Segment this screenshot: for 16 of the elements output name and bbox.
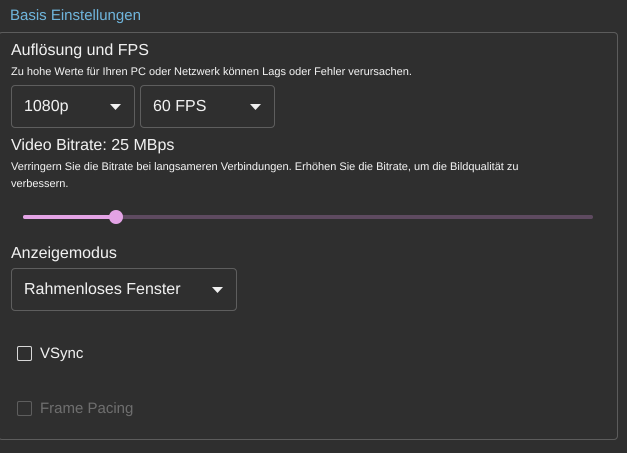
resolution-dropdown[interactable]: 1080p [11, 85, 135, 128]
section-heading: Video Bitrate: 25 MBps [11, 136, 174, 156]
checkbox-label: VSync [40, 345, 84, 362]
hint-text: Zu hohe Werte für Ihren PC oder Netzwerk können Lags oder Fehler verursachen. [11, 65, 413, 80]
section-heading: Auflösung und FPS [11, 41, 149, 61]
fps-dropdown[interactable]: 60 FPS [140, 85, 275, 128]
caret-icon [110, 104, 121, 110]
section-heading: Anzeigemodus [11, 244, 117, 264]
caret-icon [212, 286, 223, 292]
bitrate-slider[interactable] [23, 210, 593, 224]
slider-thumb[interactable] [108, 210, 123, 224]
hint-text: Verringern Sie die Bitrate bei langsameren Verbindungen. Erhöhen Sie die Bitrate, um die Bildqualität zu verbessern. [11, 160, 520, 192]
section-title: Basis Einstellungen [10, 7, 141, 24]
checkbox-label: Frame Pacing [40, 400, 134, 417]
caret-icon [250, 104, 261, 110]
display-mode-dropdown[interactable]: Rahmenloses Fenster [11, 268, 237, 311]
